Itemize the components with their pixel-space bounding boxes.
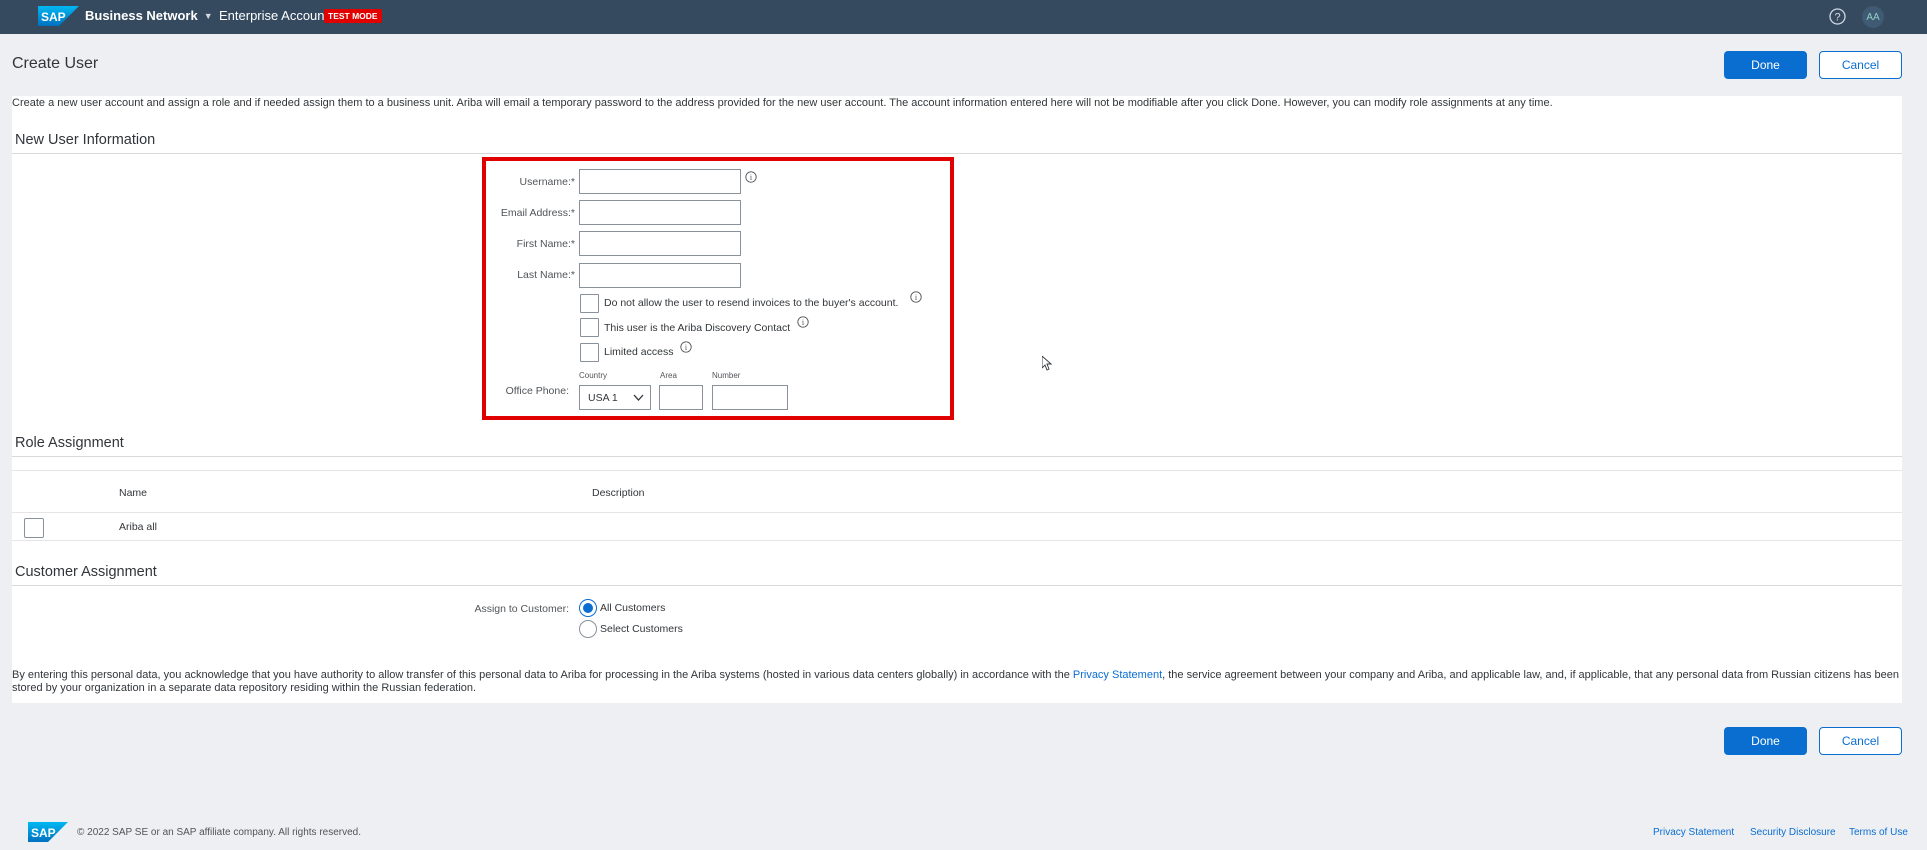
office-phone-label: Office Phone: bbox=[505, 385, 569, 397]
svg-text:i: i bbox=[750, 173, 753, 182]
content-panel bbox=[12, 96, 1902, 703]
last-name-input[interactable] bbox=[579, 263, 741, 288]
assign-to-customer-label: Assign to Customer: bbox=[474, 603, 569, 615]
info-icon[interactable]: i bbox=[680, 341, 692, 353]
last-name-label: Last Name:* bbox=[517, 269, 575, 281]
email-input[interactable] bbox=[579, 200, 741, 225]
divider bbox=[12, 456, 1902, 457]
shell-bar: SAP Business Network ▼ Enterprise Accoun… bbox=[0, 0, 1927, 34]
footer-link-privacy[interactable]: Privacy Statement bbox=[1653, 827, 1734, 838]
first-name-label: First Name:* bbox=[516, 238, 575, 250]
email-label: Email Address:* bbox=[500, 207, 575, 219]
privacy-notice: By entering this personal data, you ackn… bbox=[12, 669, 1902, 695]
area-code-input[interactable] bbox=[659, 385, 703, 410]
column-header-name[interactable]: Name bbox=[119, 487, 147, 499]
account-label: Enterprise Account bbox=[219, 8, 329, 23]
svg-text:SAP: SAP bbox=[41, 10, 66, 24]
roles-table-header: Name Description bbox=[12, 470, 1902, 513]
info-icon[interactable]: i bbox=[745, 171, 757, 183]
country-label: Country bbox=[579, 371, 608, 380]
table-row: Ariba all bbox=[12, 513, 1902, 541]
chevron-down-icon bbox=[633, 394, 644, 401]
all-customers-label: All Customers bbox=[600, 602, 666, 614]
all-customers-radio[interactable] bbox=[579, 599, 597, 617]
svg-text:?: ? bbox=[1834, 12, 1840, 24]
country-select[interactable]: USA 1 bbox=[579, 385, 651, 410]
intro-text: Create a new user account and assign a r… bbox=[12, 97, 1553, 109]
done-button-bottom[interactable]: Done bbox=[1724, 727, 1807, 755]
phone-number-input[interactable] bbox=[712, 385, 788, 410]
svg-text:SAP: SAP bbox=[31, 826, 56, 840]
limited-access-checkbox[interactable] bbox=[580, 343, 599, 362]
discovery-contact-checkbox[interactable] bbox=[580, 318, 599, 337]
done-button-top[interactable]: Done bbox=[1724, 51, 1807, 79]
chevron-down-icon: ▼ bbox=[203, 10, 213, 21]
page-title: Create User bbox=[12, 55, 99, 72]
no-resend-invoices-label: Do not allow the user to resend invoices… bbox=[604, 297, 899, 309]
section-title-role-assignment: Role Assignment bbox=[15, 435, 124, 451]
discovery-contact-label: This user is the Ariba Discovery Contact bbox=[604, 322, 791, 334]
svg-text:i: i bbox=[915, 293, 918, 302]
select-customers-label: Select Customers bbox=[600, 623, 683, 635]
test-mode-badge: TEST MODE bbox=[324, 9, 382, 23]
footer-link-security[interactable]: Security Disclosure bbox=[1750, 827, 1836, 838]
no-resend-invoices-checkbox[interactable] bbox=[580, 294, 599, 313]
highlight-box bbox=[482, 157, 954, 420]
info-icon[interactable]: i bbox=[797, 316, 809, 328]
select-customers-radio[interactable] bbox=[579, 620, 597, 638]
brand-label: Business Network bbox=[85, 8, 198, 23]
username-input[interactable] bbox=[579, 169, 741, 194]
divider bbox=[12, 153, 1902, 154]
role-checkbox[interactable] bbox=[24, 518, 44, 538]
mouse-cursor-icon bbox=[1042, 356, 1052, 371]
product-switcher[interactable]: Business Network ▼ bbox=[85, 8, 213, 23]
country-value: USA 1 bbox=[588, 391, 618, 404]
area-label: Area bbox=[660, 371, 677, 380]
section-title-customer-assignment: Customer Assignment bbox=[15, 564, 157, 580]
divider bbox=[12, 585, 1902, 586]
privacy-statement-link[interactable]: Privacy Statement bbox=[1073, 669, 1162, 681]
cancel-button-top[interactable]: Cancel bbox=[1819, 51, 1902, 79]
footer-link-terms[interactable]: Terms of Use bbox=[1849, 827, 1908, 838]
username-label: Username:* bbox=[519, 176, 575, 188]
cancel-button-bottom[interactable]: Cancel bbox=[1819, 727, 1902, 755]
copyright-text: © 2022 SAP SE or an SAP affiliate compan… bbox=[77, 827, 362, 838]
info-icon[interactable]: i bbox=[910, 291, 922, 303]
sap-logo-icon[interactable]: SAP bbox=[38, 6, 79, 26]
svg-text:i: i bbox=[685, 343, 688, 352]
limited-access-label: Limited access bbox=[604, 346, 674, 358]
sap-footer-logo-icon: SAP bbox=[28, 822, 68, 842]
number-label: Number bbox=[712, 371, 741, 380]
role-name: Ariba all bbox=[119, 521, 157, 533]
privacy-notice-text: By entering this personal data, you ackn… bbox=[12, 669, 1073, 681]
avatar[interactable]: AA bbox=[1862, 6, 1884, 28]
section-title-new-user: New User Information bbox=[15, 132, 156, 148]
column-header-description[interactable]: Description bbox=[592, 487, 645, 499]
svg-text:i: i bbox=[802, 318, 805, 327]
first-name-input[interactable] bbox=[579, 231, 741, 256]
help-icon[interactable]: ? bbox=[1829, 8, 1846, 25]
